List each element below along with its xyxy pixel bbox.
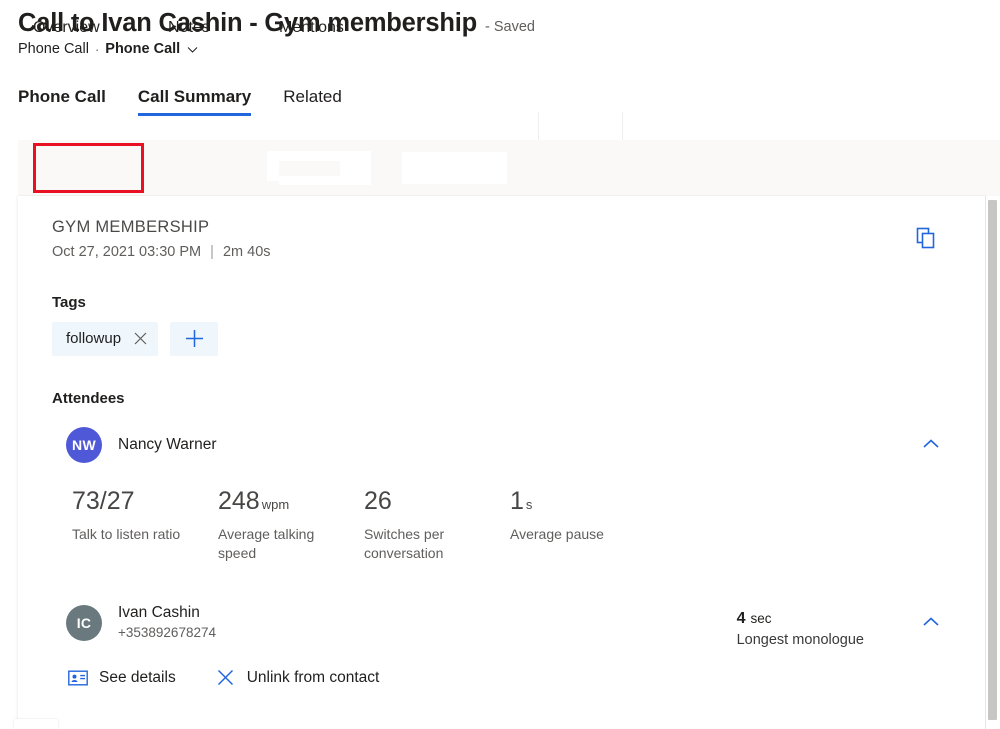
attendee-name: Nancy Warner	[118, 435, 216, 454]
pivot-tab-mentions[interactable]: Mentions	[279, 0, 344, 56]
attendee-names: Nancy Warner	[118, 435, 216, 454]
pivot-tab-strip	[18, 140, 1000, 197]
attendee-metrics: 73/27 Talk to listen ratio 248wpm Averag…	[52, 489, 986, 563]
chevron-up-icon[interactable]	[920, 433, 942, 455]
chevron-up-icon[interactable]	[920, 611, 942, 633]
metric-average-talking-speed: 248wpm Average talking speed	[218, 489, 364, 563]
tag-label: followup	[66, 330, 121, 347]
metric-label: Switches per conversation	[364, 525, 488, 563]
header-divider-right	[622, 112, 623, 140]
call-summary-panel: GYM MEMBERSHIP Oct 27, 2021 03:30 PM | 2…	[18, 196, 986, 729]
breadcrumb: Phone Call · Phone Call	[18, 41, 1000, 57]
metric-average-pause: 1s Average pause	[510, 489, 656, 563]
close-icon[interactable]	[134, 332, 147, 345]
title-line: Call to Ivan Cashin - Gym membership - S…	[18, 9, 1000, 38]
metric-number: 1	[510, 487, 524, 515]
see-details-label: See details	[99, 669, 176, 687]
redaction-block	[402, 152, 507, 184]
metric-number: 4	[737, 610, 746, 627]
metric-label: Talk to listen ratio	[72, 525, 196, 544]
form-tab-list: Phone Call Call Summary Related	[18, 78, 1000, 116]
see-details-button[interactable]: See details	[68, 669, 176, 687]
attendee-block: IC Ivan Cashin +353892678274 4 sec Longes…	[52, 599, 986, 687]
metric-unit: sec	[751, 611, 772, 626]
attendee-row[interactable]: NW Nancy Warner	[52, 421, 986, 469]
attendee-block: NW Nancy Warner 73/27 Talk to listen rat…	[52, 421, 986, 563]
avatar: NW	[66, 427, 102, 463]
call-meta-separator: |	[210, 244, 214, 260]
add-tag-button[interactable]	[170, 322, 218, 356]
avatar: IC	[66, 605, 102, 641]
attendee-names: Ivan Cashin +353892678274	[118, 603, 216, 642]
call-subject: GYM MEMBERSHIP	[52, 218, 986, 238]
scrollbar-thumb[interactable]	[988, 200, 997, 720]
redaction-block	[267, 151, 279, 181]
call-date: Oct 27, 2021 03:30 PM	[52, 244, 201, 260]
metric-value: 248wpm	[218, 489, 364, 514]
metric-label: Average talking speed	[218, 525, 342, 563]
attendee-phone: +353892678274	[118, 625, 216, 642]
attendee-name: Ivan Cashin	[118, 603, 216, 622]
bottom-card-stub	[14, 719, 58, 729]
metric-value: 26	[364, 489, 510, 514]
metric-value: 1s	[510, 489, 656, 514]
unlink-from-contact-button[interactable]: Unlink from contact	[216, 669, 380, 687]
metric-number: 73/27	[72, 487, 135, 515]
attendees-section-title: Attendees	[52, 390, 986, 407]
metric-unit: s	[526, 497, 533, 512]
metric-talk-to-listen-ratio: 73/27 Talk to listen ratio	[72, 489, 218, 563]
tag-chip-followup[interactable]: followup	[52, 322, 158, 356]
metric-longest-monologue: 4 sec Longest monologue	[737, 611, 864, 651]
tab-related[interactable]: Related	[283, 87, 342, 116]
attendee-actions: See details Unlink from contact	[52, 669, 986, 687]
vertical-scrollbar[interactable]	[985, 196, 1000, 729]
call-summary-content: GYM MEMBERSHIP Oct 27, 2021 03:30 PM | 2…	[18, 196, 986, 729]
call-meta: Oct 27, 2021 03:30 PM | 2m 40s	[52, 244, 986, 260]
contact-card-icon	[68, 669, 88, 687]
tags-section-title: Tags	[52, 294, 986, 311]
header-divider-left	[538, 112, 539, 140]
metric-value: 4 sec	[737, 611, 864, 627]
close-icon	[216, 669, 236, 687]
plus-icon	[185, 329, 204, 348]
metric-switches-per-conversation: 26 Switches per conversation	[364, 489, 510, 563]
metric-label: Average pause	[510, 525, 634, 544]
record-header: Call to Ivan Cashin - Gym membership - S…	[0, 0, 1000, 57]
copy-icon[interactable]	[914, 226, 938, 250]
tab-call-summary[interactable]: Call Summary	[138, 87, 251, 116]
call-duration: 2m 40s	[223, 244, 271, 260]
metric-value: 73/27	[72, 489, 218, 514]
redaction-block	[279, 176, 371, 185]
metric-unit: wpm	[262, 497, 289, 512]
pivot-tab-notes[interactable]: Notes	[168, 0, 210, 56]
metric-number: 248	[218, 487, 260, 515]
save-state-label: - Saved	[485, 19, 535, 35]
metric-number: 26	[364, 487, 392, 515]
tags-row: followup	[52, 322, 986, 356]
pivot-tab-overview[interactable]: Overview	[33, 0, 100, 56]
tab-phone-call[interactable]: Phone Call	[18, 87, 106, 116]
metric-label: Longest monologue	[737, 631, 864, 651]
unlink-label: Unlink from contact	[247, 669, 380, 687]
